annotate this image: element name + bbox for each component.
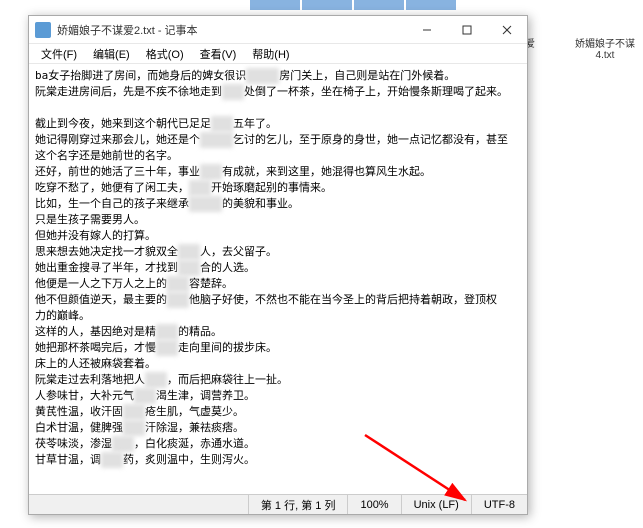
window-title: 娇媚娘子不谋爱2.txt - 记事本: [51, 22, 407, 38]
status-encoding: UTF-8: [471, 495, 527, 514]
censored-block: [167, 292, 189, 308]
text-line: 白术甘温，健脾强 汗除湿，兼祛痰痞。: [35, 420, 521, 436]
status-position: 第 1 行, 第 1 列: [248, 495, 348, 514]
censored-block: [145, 372, 167, 388]
text-line: 还好，前世的她活了三十年，事业 有成就，来到这里，她混得也算风生水起。: [35, 164, 521, 180]
text-line: 截止到今夜，她来到这个朝代已足足 五年了。: [35, 116, 521, 132]
text-line: 他不但颜值逆天，最主要的 他脑子好使，不然也不能在当今圣上的背后把持着朝政，登顶…: [35, 292, 521, 308]
statusbar: 第 1 行, 第 1 列 100% Unix (LF) UTF-8: [29, 494, 527, 514]
text-editor-area[interactable]: ba女子抬脚进了房间，而她身后的婢女很识 房门关上，自己则是站在门外候着。阮棠走…: [29, 64, 527, 494]
maximize-button[interactable]: [447, 16, 487, 44]
file-icon[interactable]: 娇媚娘子不谋 4.txt: [575, 35, 635, 61]
text-line: 只是生孩子需要男人。: [35, 212, 521, 228]
taskbar-thumb[interactable]: [354, 0, 404, 10]
minimize-button[interactable]: [407, 16, 447, 44]
text-line: 这个名字还是她前世的名字。: [35, 148, 521, 164]
text-line: 甘草甘温，调 药，炙则温中，生则泻火。: [35, 452, 521, 468]
taskbar-thumbnails: [250, 0, 456, 10]
text-line: 人参味甘，大补元气 渴生津，调营养卫。: [35, 388, 521, 404]
taskbar-thumb[interactable]: [406, 0, 456, 10]
taskbar-thumb[interactable]: [250, 0, 300, 10]
close-button[interactable]: [487, 16, 527, 44]
text-line: [35, 100, 521, 116]
text-line: 阮棠走进房间后，先是不疾不徐地走到 处倒了一杯茶，坐在椅子上，开始慢条斯理喝了起…: [35, 84, 521, 100]
text-line: 他便是一人之下万人之上的 容楚辞。: [35, 276, 521, 292]
censored-block: [222, 84, 244, 100]
censored-block: [101, 452, 123, 468]
text-line: 比如，生一个自己的孩子来继承 的美貌和事业。: [35, 196, 521, 212]
censored-block: [200, 164, 222, 180]
censored-block: [156, 324, 178, 340]
status-zoom: 100%: [347, 495, 400, 514]
text-line: 黄芪性温，收汗固 疮生肌，气虚莫少。: [35, 404, 521, 420]
notepad-icon: [35, 22, 51, 38]
text-line: 吃穿不愁了，她便有了闲工夫， 开始琢磨起别的事情来。: [35, 180, 521, 196]
status-spacer: [29, 495, 248, 514]
text-line: 她记得刚穿过来那会儿，她还是个 乞讨的乞儿，至于原身的身世，她一点记忆都没有，甚…: [35, 132, 521, 148]
file-label: 4.txt: [596, 50, 615, 61]
censored-block: [189, 196, 222, 212]
text-line: 她把那杯茶喝完后，才慢 走向里间的拔步床。: [35, 340, 521, 356]
censored-block: [211, 116, 233, 132]
menu-view[interactable]: 查看(V): [192, 44, 245, 64]
censored-block: [156, 340, 178, 356]
window-controls: [407, 16, 527, 44]
censored-block: [123, 420, 145, 436]
text-line: 茯苓味淡，渗湿 ，白化痰涎，赤通水道。: [35, 436, 521, 452]
menu-help[interactable]: 帮助(H): [244, 44, 297, 64]
censored-block: [123, 404, 145, 420]
notepad-window: 娇媚娘子不谋爱2.txt - 记事本 文件(F) 编辑(E) 格式(O) 查看(…: [28, 15, 528, 515]
text-line: 思来想去她决定找一才貌双全 人，去父留子。: [35, 244, 521, 260]
censored-block: [178, 244, 200, 260]
text-line: 但她并没有嫁人的打算。: [35, 228, 521, 244]
censored-block: [246, 68, 279, 84]
censored-block: [112, 436, 134, 452]
file-label-top: 娇媚娘子不谋: [575, 35, 635, 50]
menubar: 文件(F) 编辑(E) 格式(O) 查看(V) 帮助(H): [29, 44, 527, 64]
text-line: 床上的人还被麻袋套着。: [35, 356, 521, 372]
status-line-ending: Unix (LF): [401, 495, 471, 514]
censored-block: [200, 132, 233, 148]
taskbar-thumb[interactable]: [302, 0, 352, 10]
menu-format[interactable]: 格式(O): [138, 44, 192, 64]
titlebar[interactable]: 娇媚娘子不谋爱2.txt - 记事本: [29, 16, 527, 44]
censored-block: [178, 260, 200, 276]
text-line: 她出重金搜寻了半年，才找到 合的人选。: [35, 260, 521, 276]
text-line: ba女子抬脚进了房间，而她身后的婢女很识 房门关上，自己则是站在门外候着。: [35, 68, 521, 84]
censored-block: [167, 276, 189, 292]
text-line: 阮棠走过去利落地把人 ，而后把麻袋往上一扯。: [35, 372, 521, 388]
text-line: 力的巅峰。: [35, 308, 521, 324]
censored-block: [134, 388, 156, 404]
menu-file[interactable]: 文件(F): [33, 44, 85, 64]
censored-block: [189, 180, 211, 196]
menu-edit[interactable]: 编辑(E): [85, 44, 138, 64]
text-line: 这样的人，基因绝对是精 的精品。: [35, 324, 521, 340]
